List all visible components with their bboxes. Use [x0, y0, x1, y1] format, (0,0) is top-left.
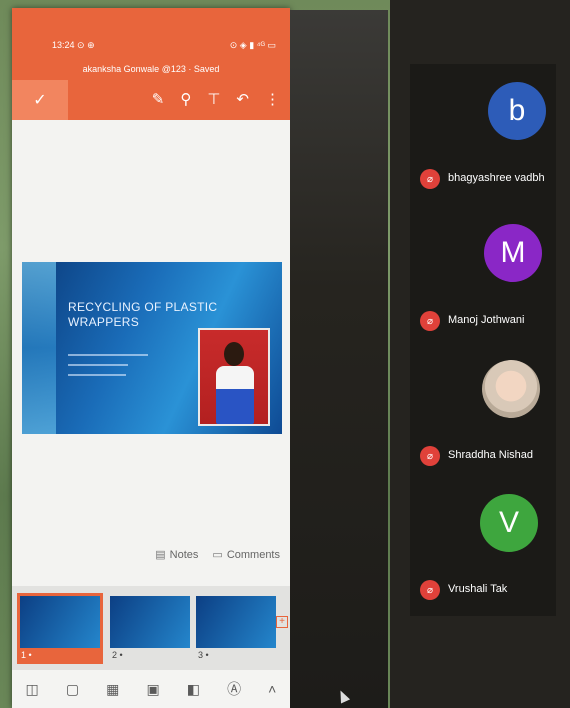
slide-photo	[198, 328, 270, 426]
thumbnail-number-text: 1	[21, 650, 27, 660]
status-icons-left: ⊙ ⊕	[77, 40, 95, 50]
mic-off-icon: ⌀	[420, 580, 440, 600]
participant-tile[interactable]: b ⌀ bhagyashree vadbh	[410, 82, 570, 202]
background-gap	[290, 10, 388, 708]
mic-off-icon: ⌀	[420, 446, 440, 466]
notes-comments-row: ▤ Notes ▭ Comments	[155, 548, 280, 561]
notes-label: Notes	[169, 549, 199, 561]
participants-list: b ⌀ bhagyashree vadbh M ⌀ Manoj Jothwani…	[410, 64, 556, 616]
thumbnail-number: 2 •	[112, 650, 123, 660]
notes-icon: ▤	[155, 549, 166, 561]
document-title: akanksha Gonwale @123 · Saved	[82, 64, 220, 74]
participant-tile[interactable]: V ⌀ Vrushali Tak	[410, 494, 570, 614]
avatar: b	[488, 82, 546, 140]
photo-person-head	[224, 342, 244, 366]
comments-label: Comments	[226, 549, 280, 561]
comments-button[interactable]: ▭ Comments	[212, 548, 280, 561]
avatar	[482, 360, 540, 418]
done-check-button[interactable]: ✓	[12, 80, 68, 120]
phone-screen: 13:24 ⊙ ⊕ ⊙ ◈ ▮ ⁴ᴳ ▭ akanksha Gonwale @1…	[12, 8, 290, 708]
app-bar: 13:24 ⊙ ⊕ ⊙ ◈ ▮ ⁴ᴳ ▭ akanksha Gonwale @1…	[12, 8, 290, 120]
participant-name: Manoj Jothwani	[448, 314, 525, 326]
more-icon[interactable]: ⋮	[265, 90, 280, 108]
check-icon: ✓	[33, 92, 47, 109]
current-slide[interactable]: RECYCLING OF PLASTIC WRAPPERS	[22, 262, 282, 434]
participant-name: bhagyashree vadbh	[448, 172, 545, 184]
slide-decoration	[22, 262, 56, 434]
avatar-initial: M	[500, 236, 526, 269]
participant-tile[interactable]: ⌀ Shraddha Nishad	[410, 360, 570, 480]
notes-button[interactable]: ▤ Notes	[155, 548, 198, 561]
undo-icon[interactable]: ↶	[236, 90, 249, 108]
slide-thumbnail-1[interactable]	[17, 593, 103, 651]
participants-panel: b ⌀ bhagyashree vadbh M ⌀ Manoj Jothwani…	[390, 0, 570, 708]
photo-person-body	[216, 366, 254, 424]
draw-icon[interactable]: ✎	[152, 90, 165, 108]
toolbar: ✎ ⚲ ⊤ ↶ ⋮	[152, 90, 280, 108]
thumbnail-number-text: 2	[112, 650, 118, 660]
status-time: 13:24	[52, 40, 75, 50]
new-slide-icon[interactable]: ◫	[26, 681, 39, 698]
table-icon[interactable]: ▦	[106, 681, 119, 698]
thumbnail-number-text: 3	[198, 650, 204, 660]
avatar-initial: V	[498, 506, 519, 539]
shapes-icon[interactable]: ◧	[187, 681, 200, 698]
slide-text-line	[68, 364, 128, 366]
status-bar: 13:24 ⊙ ⊕ ⊙ ◈ ▮ ⁴ᴳ ▭	[52, 40, 276, 54]
add-slide-button[interactable]: +	[276, 616, 288, 628]
status-icons-right: ⊙ ◈ ▮ ⁴ᴳ ▭	[229, 40, 276, 50]
participant-name: Vrushali Tak	[448, 583, 508, 595]
slide-thumbnail-3[interactable]	[196, 596, 276, 648]
chevron-up-icon[interactable]: ˄	[268, 681, 276, 697]
slide-title: RECYCLING OF PLASTIC WRAPPERS	[68, 300, 218, 330]
comment-icon[interactable]: ▢	[66, 681, 79, 698]
image-icon[interactable]: ▣	[146, 681, 159, 698]
bottom-toolbar: ◫ ▢ ▦ ▣ ◧ Ⓐ ˄	[12, 670, 290, 708]
thumbnail-number: 3 •	[198, 650, 209, 660]
search-icon[interactable]: ⚲	[180, 90, 191, 108]
avatar: V	[480, 494, 538, 552]
avatar: M	[484, 224, 542, 282]
slide-thumbnails: 1 • 2 • 3 • +	[12, 586, 290, 670]
avatar-initial: b	[508, 94, 526, 127]
participant-name: Shraddha Nishad	[448, 449, 534, 461]
textbox-icon[interactable]: Ⓐ	[227, 679, 241, 699]
slide-thumbnail-2[interactable]	[110, 596, 190, 648]
thumbnail-number: 1 •	[17, 648, 103, 664]
slide-title-line1: RECYCLING OF PLASTIC	[68, 300, 218, 314]
mic-off-icon: ⌀	[420, 169, 440, 189]
present-icon[interactable]: ⊤	[207, 90, 220, 108]
participant-tile[interactable]: M ⌀ Manoj Jothwani	[410, 224, 570, 344]
slide-text-line	[68, 354, 148, 356]
comment-icon: ▭	[212, 549, 223, 561]
slide-title-line2: WRAPPERS	[68, 315, 140, 329]
slide-text-line	[68, 374, 126, 376]
mic-off-icon: ⌀	[420, 311, 440, 331]
